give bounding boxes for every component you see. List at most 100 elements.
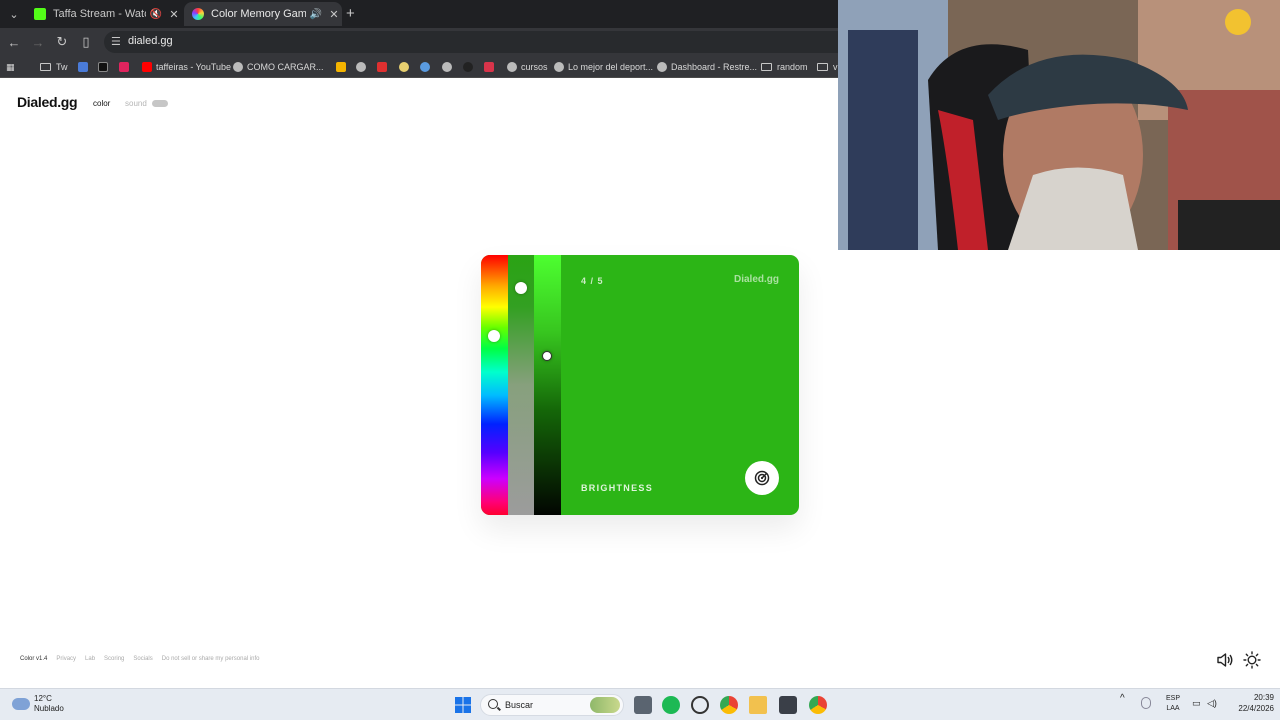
- footer-link-privacy[interactable]: Privacy: [56, 656, 76, 662]
- bookmark-favicon-icon: [399, 62, 409, 72]
- globe-icon: [554, 62, 564, 72]
- system-clock[interactable]: 20:39 22/4/2026: [1222, 692, 1274, 714]
- microsoft-store-icon[interactable]: [779, 696, 797, 714]
- footer-link-do-not-sell[interactable]: Do not sell or share my personal info: [162, 656, 260, 662]
- tiktok-icon: [98, 62, 108, 72]
- bookmark-label: cursos: [521, 62, 548, 72]
- globe-icon: [233, 62, 243, 72]
- muted-speaker-icon[interactable]: 🔇: [150, 9, 162, 20]
- nav-sound-link[interactable]: sound: [125, 99, 147, 108]
- search-placeholder: Buscar: [505, 700, 534, 710]
- webcam-overlay: [838, 0, 1280, 250]
- tab-color-memory-game[interactable]: Color Memory Game — Ho 🔊 ✕: [184, 2, 342, 26]
- bookmark-icon-only[interactable]: [442, 59, 456, 75]
- file-explorer-icon[interactable]: [749, 696, 767, 714]
- windows-start-icon[interactable]: [454, 696, 472, 714]
- bookmark-folder-random[interactable]: random: [761, 59, 808, 75]
- bookmark-youtube[interactable]: [119, 59, 133, 75]
- apps-grid-icon[interactable]: ▦: [6, 59, 15, 75]
- bookmark-folder-tw[interactable]: Tw: [40, 59, 68, 75]
- bookmark-favicon-icon: [78, 62, 88, 72]
- speaker-icon[interactable]: 🔊: [310, 9, 322, 20]
- url-text: dialed.gg: [128, 35, 173, 47]
- search-icon: [488, 699, 498, 709]
- input-language[interactable]: ESP LAA: [1162, 694, 1184, 714]
- bookmarks-bar: ▦ Tw taffeiras - YouTube COMO CARGAR... …: [0, 56, 840, 78]
- weather-description: Nublado: [34, 704, 64, 713]
- brightness-slider[interactable]: [534, 255, 561, 515]
- bookmark-taffeiras[interactable]: taffeiras - YouTube: [142, 59, 231, 75]
- submit-target-button[interactable]: [745, 461, 779, 495]
- bookmark-icon-only[interactable]: [420, 59, 434, 75]
- bookmark-icon-only[interactable]: [399, 59, 413, 75]
- bookmark-label: COMO CARGAR...: [247, 62, 324, 72]
- tab-taffa-stream[interactable]: Taffa Stream - Watch Live o 🔇 ✕: [26, 2, 182, 26]
- version-label: Color v1.4: [20, 656, 48, 662]
- bookmark-label: Dashboard - Restre...: [671, 62, 758, 72]
- bookmark-icon-only[interactable]: [484, 59, 498, 75]
- tab-close-icon[interactable]: ✕: [326, 8, 342, 21]
- speaker-tray-icon[interactable]: ◁): [1207, 698, 1217, 708]
- forward-arrow-icon[interactable]: →: [29, 33, 47, 51]
- page-footer: Color v1.4 Privacy Lab Scoring Socials D…: [20, 656, 259, 662]
- volume-icon[interactable]: [1216, 652, 1234, 668]
- bookmark-label: taffeiras - YouTube: [156, 62, 232, 72]
- windows-taskbar: 12°C Nublado Buscar: [0, 688, 1280, 720]
- bookmark-icon-only[interactable]: [356, 59, 370, 75]
- footer-link-socials[interactable]: Socials: [133, 656, 152, 662]
- bookmark-icon-only[interactable]: [463, 59, 477, 75]
- bookmark-icon-only[interactable]: [377, 59, 391, 75]
- address-bar[interactable]: ☰ dialed.gg: [104, 31, 838, 53]
- tab-title: Color Memory Game — Ho: [211, 8, 306, 20]
- bookmark-dashboard[interactable]: Dashboard - Restre...: [657, 59, 757, 75]
- nav-color-link[interactable]: color: [93, 99, 110, 108]
- bookmark-como-cargar[interactable]: COMO CARGAR...: [233, 59, 324, 75]
- folder-icon: [817, 63, 828, 71]
- footer-link-lab[interactable]: Lab: [85, 656, 95, 662]
- kick-favicon-icon: [34, 8, 46, 20]
- language-code: ESP: [1165, 695, 1180, 702]
- tray-chevron-icon[interactable]: ^: [1120, 694, 1125, 704]
- bookmark-icon-only[interactable]: [78, 59, 92, 75]
- task-view-icon[interactable]: [634, 696, 652, 714]
- theme-sun-icon[interactable]: [1243, 651, 1261, 669]
- hue-slider[interactable]: [481, 255, 508, 515]
- site-logo[interactable]: Dialed.gg: [17, 94, 78, 110]
- brightness-slider-handle[interactable]: [542, 351, 552, 361]
- bookmark-cursos[interactable]: cursos: [507, 59, 548, 75]
- globe-icon: [507, 62, 517, 72]
- new-badge: [152, 100, 168, 107]
- bookmark-favicon-icon: [463, 62, 473, 72]
- youtube-icon: [119, 62, 129, 72]
- taskbar-search[interactable]: Buscar: [480, 694, 624, 716]
- clock-time: 20:39: [1253, 693, 1274, 702]
- new-tab-icon[interactable]: +: [346, 5, 355, 22]
- footer-link-scoring[interactable]: Scoring: [104, 656, 124, 662]
- keyboard-layout: LAA: [1166, 705, 1180, 712]
- browser-tabbar: ⌄ Taffa Stream - Watch Live o 🔇 ✕ Color …: [0, 0, 838, 28]
- microphone-icon[interactable]: [1141, 697, 1151, 709]
- tab-search-icon[interactable]: ⌄: [4, 4, 24, 24]
- bookmark-icon-only[interactable]: [336, 59, 350, 75]
- bookmark-tiktok[interactable]: [98, 59, 112, 75]
- saturation-slider-handle[interactable]: [515, 282, 527, 294]
- obs-icon[interactable]: [691, 696, 709, 714]
- screen: ⌄ Taffa Stream - Watch Live o 🔇 ✕ Color …: [0, 0, 1280, 720]
- weather-temperature: 12°C: [34, 694, 52, 703]
- weather-widget[interactable]: 12°C Nublado: [12, 694, 64, 714]
- split-view-icon[interactable]: ▯: [77, 33, 95, 51]
- network-icon[interactable]: ▭: [1192, 698, 1201, 708]
- tab-close-icon[interactable]: ✕: [166, 8, 182, 21]
- saturation-slider[interactable]: [508, 255, 534, 515]
- back-arrow-icon[interactable]: ←: [5, 33, 23, 51]
- chrome-profile-icon[interactable]: [809, 696, 827, 714]
- spotify-icon[interactable]: [662, 696, 680, 714]
- bookmark-folder-vi[interactable]: vi: [817, 59, 840, 75]
- cloud-icon: [12, 698, 30, 710]
- hue-slider-handle[interactable]: [488, 330, 500, 342]
- bookmark-favicon-icon: [377, 62, 387, 72]
- chrome-icon[interactable]: [720, 696, 738, 714]
- reload-icon[interactable]: ↻: [53, 33, 71, 51]
- bookmark-lo-mejor[interactable]: Lo mejor del deport...: [554, 59, 653, 75]
- site-info-icon[interactable]: ☰: [111, 35, 121, 48]
